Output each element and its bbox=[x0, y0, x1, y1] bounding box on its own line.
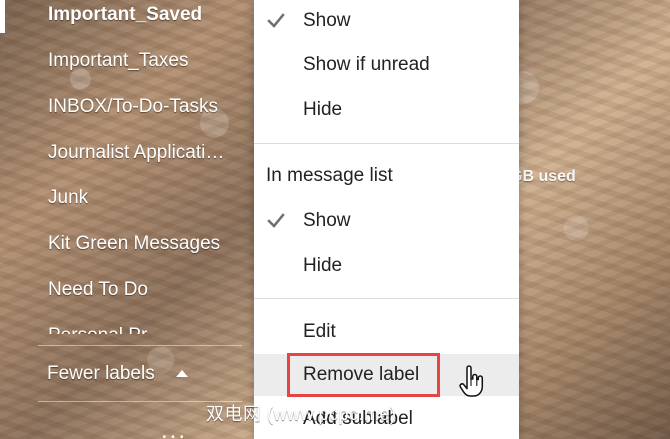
watermark-text: 双电网 (www.pcpc.me) bbox=[206, 404, 397, 424]
message-list-heading-text: In message list bbox=[266, 165, 393, 186]
menu-item-label-show-text: Show bbox=[303, 10, 351, 31]
sidebar-item-need-to-do[interactable]: Need To Do bbox=[48, 278, 246, 302]
menu-item-label-show-if-unread-text: Show if unread bbox=[303, 54, 430, 75]
menu-item-message-hide[interactable]: Hide bbox=[254, 245, 519, 287]
menu-item-label-hide-text: Hide bbox=[303, 99, 343, 120]
menu-item-edit[interactable]: Edit bbox=[254, 311, 519, 353]
sidebar-selection-indicator bbox=[0, 0, 5, 33]
more-options-button[interactable]: ... bbox=[161, 419, 187, 439]
sidebar-divider-bottom bbox=[38, 401, 242, 402]
hand-pointer-icon bbox=[459, 365, 484, 397]
remove-label-highlight-box bbox=[287, 353, 440, 397]
sidebar-item-junk[interactable]: Junk bbox=[48, 186, 246, 210]
sidebar-item-important-taxes[interactable]: Important_Taxes bbox=[48, 49, 246, 73]
caret-up-icon[interactable] bbox=[176, 370, 188, 377]
menu-item-message-show-text: Show bbox=[303, 210, 351, 231]
sidebar-item-kit-green-messages[interactable]: Kit Green Messages bbox=[48, 232, 246, 256]
fewer-labels-link[interactable]: Fewer labels bbox=[47, 362, 155, 386]
menu-item-edit-text: Edit bbox=[303, 321, 336, 342]
message-list-heading: In message list bbox=[254, 155, 519, 197]
menu-item-label-hide[interactable]: Hide bbox=[254, 89, 519, 131]
gmail-screen: Important_Saved Important_Taxes INBOX/To… bbox=[0, 0, 670, 439]
sidebar-item-personal-projects[interactable]: Personal Pr... bbox=[48, 324, 246, 334]
menu-item-message-hide-text: Hide bbox=[303, 255, 343, 276]
menu-item-label-show[interactable]: Show bbox=[254, 0, 519, 42]
menu-item-message-show[interactable]: Show bbox=[254, 200, 519, 242]
check-icon bbox=[267, 13, 285, 28]
sidebar-item-journalist-applications[interactable]: Journalist Applicati… bbox=[48, 141, 246, 165]
storage-used-text: GB used bbox=[510, 168, 576, 185]
menu-item-label-show-if-unread[interactable]: Show if unread bbox=[254, 44, 519, 86]
check-icon bbox=[267, 213, 285, 228]
sidebar-divider bbox=[38, 345, 242, 346]
menu-separator bbox=[254, 298, 519, 299]
labels-sidebar: Important_Saved Important_Taxes INBOX/To… bbox=[0, 0, 254, 439]
sidebar-item-important-saved[interactable]: Important_Saved bbox=[48, 3, 246, 27]
menu-separator bbox=[254, 143, 519, 144]
sidebar-item-inbox-to-do-tasks[interactable]: INBOX/To-Do-Tasks bbox=[48, 95, 246, 119]
